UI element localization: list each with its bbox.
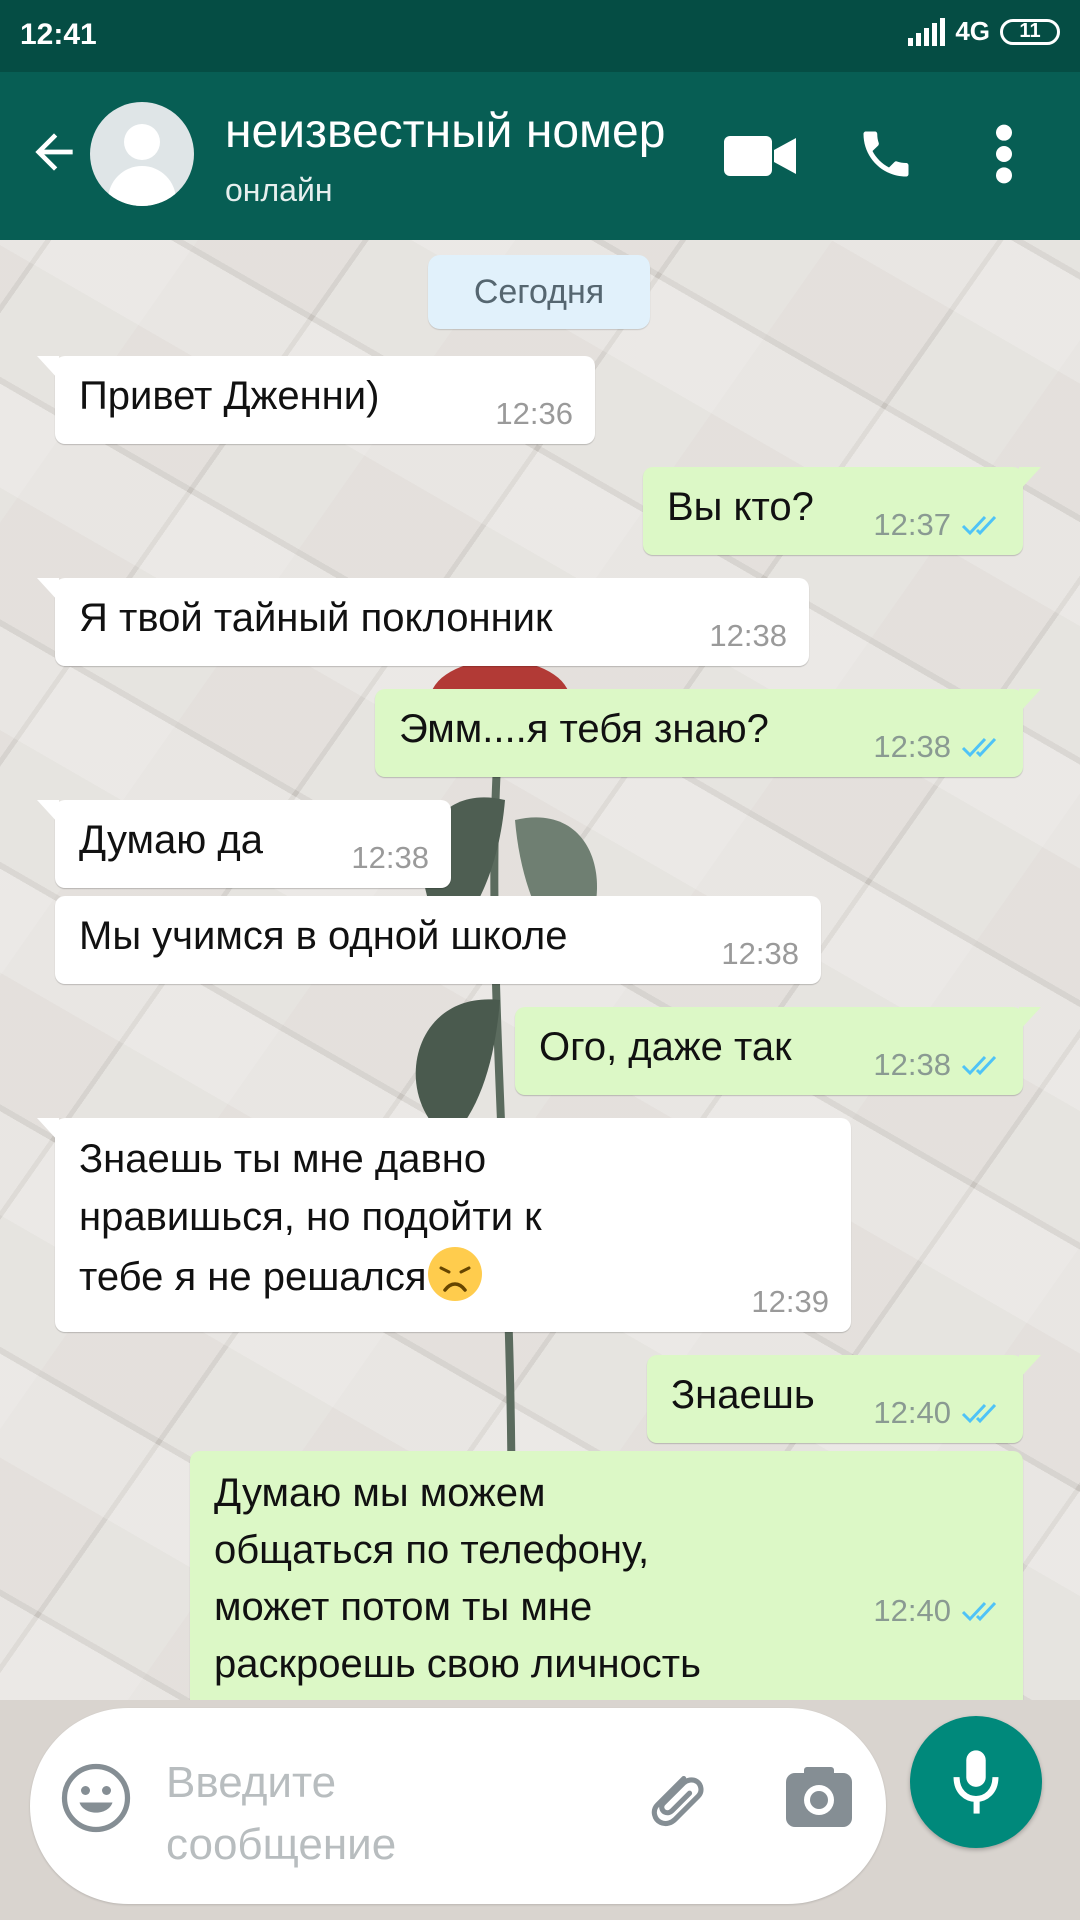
read-ticks-icon: [961, 515, 997, 536]
phone-icon[interactable]: [856, 124, 916, 184]
message-text: Вы кто?: [667, 485, 814, 529]
message-text: Мы учимся в одной школе: [79, 914, 568, 958]
message-text: Эмм....я тебя знаю?: [399, 707, 769, 751]
bubble-tail: [1019, 689, 1041, 713]
status-indicators: 4G 11: [908, 16, 1060, 47]
message-time: 12:39: [751, 1284, 829, 1319]
message-line: раскроешь свою личность: [214, 1642, 701, 1686]
bubble-tail: [1019, 467, 1041, 491]
more-vert-icon[interactable]: [990, 122, 1018, 186]
voice-message-button[interactable]: [910, 1716, 1042, 1848]
message-line: нравишься, но подойти к: [79, 1195, 542, 1239]
message-time: 12:38: [873, 729, 951, 764]
message-meta: 12:36: [495, 398, 573, 430]
message-time: 12:36: [495, 396, 573, 431]
bubble-tail: [37, 578, 59, 602]
message-meta: 12:40: [873, 1595, 1001, 1627]
disappointed-face-emoji-icon: [427, 1247, 482, 1301]
read-ticks-icon: [961, 737, 997, 758]
message-meta: 12:38: [709, 620, 787, 652]
message-meta: 12:40: [873, 1397, 1001, 1429]
message-line: Знаешь ты мне давно: [79, 1137, 487, 1181]
message-text: Ого, даже так: [539, 1025, 792, 1069]
message-time: 12:37: [873, 507, 951, 542]
message-time: 12:38: [873, 1047, 951, 1082]
message-outgoing[interactable]: Ого, даже так 12:38: [515, 1007, 1041, 1095]
message-meta: 12:38: [873, 731, 1001, 763]
back-arrow-icon[interactable]: [26, 124, 82, 180]
message-line: общаться по телефону,: [214, 1528, 650, 1572]
message-text: Знаешь: [671, 1373, 815, 1417]
chat-area[interactable]: Сегодня Привет Дженни) 12:36 Вы кто? 12:…: [0, 240, 1080, 1700]
avatar-head: [124, 124, 160, 160]
video-call-icon[interactable]: [724, 132, 796, 180]
attach-icon[interactable]: [640, 1764, 710, 1834]
message-text: Я твой тайный поклонник: [79, 596, 553, 640]
date-separator: Сегодня: [428, 255, 650, 329]
chat-header: неизвестный номер онлайн: [0, 72, 1080, 240]
avatar-body: [108, 166, 176, 206]
message-outgoing[interactable]: Знаешь 12:40: [647, 1355, 1041, 1443]
message-meta: 12:39: [751, 1286, 829, 1318]
avatar[interactable]: [90, 102, 194, 206]
message-incoming[interactable]: Привет Дженни) 12:36: [37, 356, 595, 444]
status-time: 12:41: [20, 18, 97, 51]
message-incoming[interactable]: Знаешь ты мне давно нравишься, но подойт…: [37, 1118, 851, 1332]
message-time: 12:40: [873, 1593, 951, 1628]
read-ticks-icon: [961, 1055, 997, 1076]
battery-level: 11: [1019, 20, 1041, 42]
message-text: Привет Дженни): [79, 374, 380, 418]
message-outgoing[interactable]: Вы кто? 12:37: [643, 467, 1041, 555]
signal-icon: [908, 17, 946, 46]
network-type: 4G: [955, 16, 990, 46]
message-outgoing[interactable]: Эмм....я тебя знаю? 12:38: [375, 689, 1041, 777]
contact-name[interactable]: неизвестный номер: [225, 104, 665, 159]
emoji-icon[interactable]: [60, 1762, 132, 1834]
bubble-tail: [37, 1118, 59, 1142]
message-incoming[interactable]: Мы учимся в одной школе 12:38: [55, 896, 821, 984]
bubble-tail: [1019, 1007, 1041, 1031]
message-time: 12:38: [351, 840, 429, 875]
message-line: тебе я не решался: [79, 1255, 427, 1299]
message-incoming[interactable]: Я твой тайный поклонник 12:38: [37, 578, 809, 666]
message-input[interactable]: Введите сообщение: [166, 1752, 546, 1876]
message-time: 12:40: [873, 1395, 951, 1430]
bubble-tail: [37, 356, 59, 380]
message-meta: 12:38: [721, 938, 799, 970]
message-meta: 12:38: [351, 842, 429, 874]
status-bar: 12:41 4G 11: [0, 0, 1080, 72]
read-ticks-icon: [961, 1601, 997, 1622]
mic-icon: [953, 1750, 999, 1814]
placeholder-line: Введите: [166, 1758, 337, 1807]
message-line: Думаю мы можем: [214, 1471, 546, 1515]
message-incoming[interactable]: Думаю да 12:38: [37, 800, 451, 888]
message-time: 12:38: [709, 618, 787, 653]
message-composer: Введите сообщение: [30, 1708, 886, 1904]
read-ticks-icon: [961, 1403, 997, 1424]
message-outgoing[interactable]: Думаю мы можем общаться по телефону, мож…: [190, 1451, 1023, 1700]
message-text: Думаю да: [79, 818, 263, 862]
message-meta: 12:38: [873, 1049, 1001, 1081]
camera-icon[interactable]: [786, 1766, 852, 1828]
bubble-tail: [37, 800, 59, 824]
message-meta: 12:37: [873, 509, 1001, 541]
battery-icon: 11: [1000, 18, 1060, 45]
contact-status: онлайн: [225, 172, 333, 208]
message-time: 12:38: [721, 936, 799, 971]
placeholder-line: сообщение: [166, 1820, 397, 1869]
bubble-tail: [1019, 1355, 1041, 1379]
